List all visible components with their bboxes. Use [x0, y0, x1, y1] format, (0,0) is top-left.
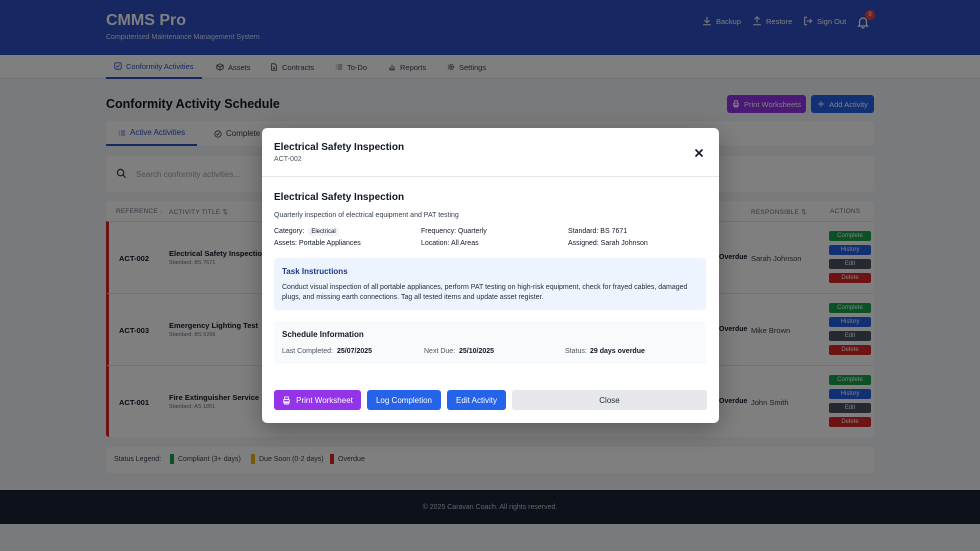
close-button[interactable]: Close — [512, 390, 707, 410]
activity-description: Quarterly inspection of electrical equip… — [274, 212, 459, 219]
next-due-value: 25/10/2025 — [459, 348, 495, 355]
modal-divider — [262, 176, 719, 177]
status-label: Status: — [565, 348, 587, 355]
next-due-label: Next Due: — [424, 348, 456, 355]
modal-title: Electrical Safety Inspection — [274, 142, 405, 153]
category-chip: Electrical — [308, 228, 339, 236]
task-instructions: Task Instructions Conduct visual inspect… — [274, 258, 706, 310]
frequency-field: Frequency: Quarterly — [421, 228, 487, 235]
standard-field: Standard: BS 7671 — [568, 228, 628, 235]
schedule-title: Schedule Information — [282, 330, 364, 339]
last-completed-value: 25/07/2025 — [337, 348, 373, 355]
edit-activity-button[interactable]: Edit Activity — [447, 390, 506, 410]
instructions-text: Conduct visual inspection of all portabl… — [282, 284, 688, 301]
last-completed-label: Last Completed: — [282, 348, 333, 355]
status-value: 29 days overdue — [590, 348, 645, 355]
category-field: Category: Electrical — [274, 228, 339, 236]
activity-heading: Electrical Safety Inspection — [274, 192, 405, 203]
category-label: Category: — [274, 228, 305, 235]
print-worksheet-label: Print Worksheet — [296, 395, 353, 405]
modal-reference: ACT-002 — [274, 156, 302, 163]
printer-icon — [283, 395, 290, 405]
assigned-field: Assigned: Sarah Johnson — [568, 240, 648, 247]
instructions-title: Task Instructions — [282, 267, 348, 276]
assets-field: Assets: Portable Appliances — [274, 240, 361, 247]
activity-detail-modal: Electrical Safety Inspection ACT-002 Ele… — [262, 128, 719, 423]
schedule-information: Schedule Information Last Completed: 25/… — [274, 321, 706, 364]
log-completion-button[interactable]: Log Completion — [367, 390, 441, 410]
print-worksheet-button[interactable]: Print Worksheet — [274, 390, 361, 410]
location-field: Location: All Areas — [421, 240, 479, 247]
close-icon[interactable] — [693, 147, 705, 159]
